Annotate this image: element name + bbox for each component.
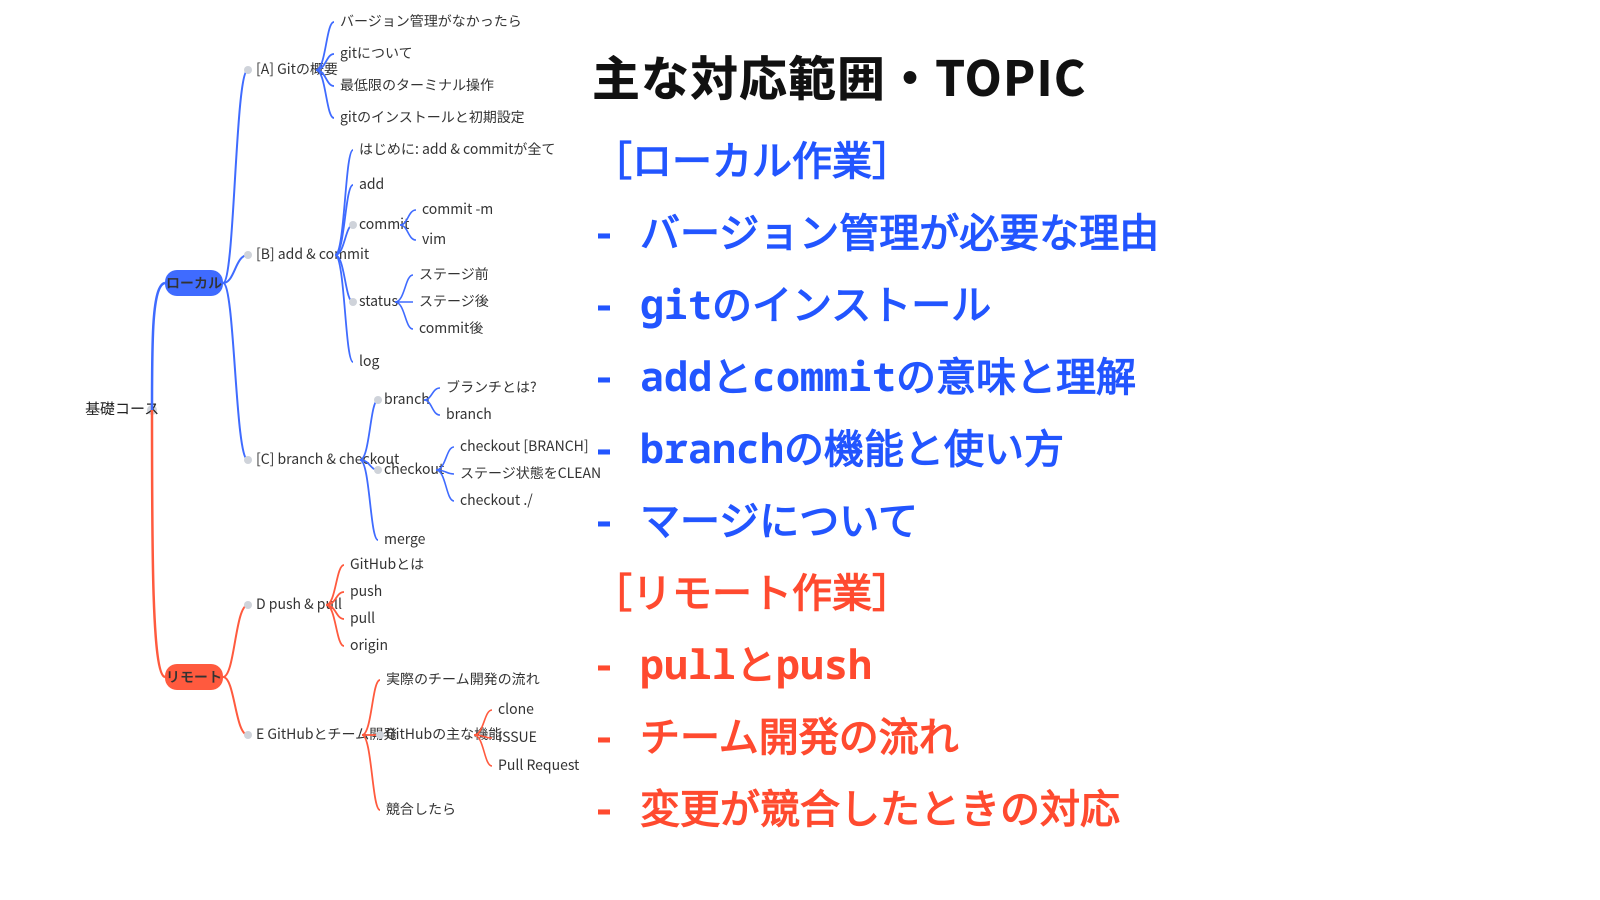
svg-text:ステージ前: ステージ前 (419, 264, 489, 284)
local-item: - branchの機能と使い方 (592, 412, 1562, 484)
svg-text:push: push (350, 581, 382, 601)
svg-text:GitHubの主な機能: GitHubの主な機能 (386, 724, 502, 744)
remote-item: - pullとpush (592, 628, 1562, 700)
mindmap-diagram: 基礎コース ローカル リモート [A] Gitの概要 [B] add & com… (0, 0, 600, 900)
remote-item: - 変更が競合したときの対応 (592, 772, 1562, 844)
local-item: - バージョン管理が必要な理由 (592, 196, 1562, 268)
local-pill: ローカル (166, 273, 222, 293)
svg-text:E GitHubとチーム開発: E GitHubとチーム開発 (256, 724, 397, 744)
svg-text:branch: branch (384, 389, 430, 409)
local-item: - gitのインストール (592, 268, 1562, 340)
svg-text:ISSUE: ISSUE (498, 727, 537, 747)
svg-text:GitHubとは: GitHubとは (350, 554, 424, 574)
svg-text:merge: merge (384, 529, 426, 549)
svg-text:status: status (359, 291, 399, 311)
topic-title: 主な対応範囲・TOPIC (592, 40, 1562, 110)
svg-text:commit -m: commit -m (422, 199, 493, 219)
local-header: ［ローカル作業］ (592, 124, 1562, 196)
svg-text:[B] add & commit: [B] add & commit (256, 244, 370, 264)
svg-text:Pull Request: Pull Request (498, 755, 580, 775)
svg-text:バージョン管理がなかったら: バージョン管理がなかったら (340, 11, 522, 31)
svg-text:gitのインストールと初期設定: gitのインストールと初期設定 (340, 107, 525, 127)
local-item: - マージについて (592, 484, 1562, 556)
svg-text:log: log (359, 351, 379, 371)
remote-item: - チーム開発の流れ (592, 700, 1562, 772)
svg-text:ステージ後: ステージ後 (419, 291, 489, 311)
remote-header: ［リモート作業］ (592, 556, 1562, 628)
remote-pill: リモート (166, 667, 222, 687)
svg-text:はじめに: add & commitが全て: はじめに: add & commitが全て (359, 139, 555, 159)
svg-text:checkout [BRANCH]: checkout [BRANCH] (460, 436, 589, 456)
svg-text:競合したら: 競合したら (386, 799, 456, 819)
svg-text:clone: clone (498, 699, 534, 719)
svg-text:実際のチーム開発の流れ: 実際のチーム開発の流れ (386, 669, 540, 689)
svg-text:[C] branch & checkout: [C] branch & checkout (256, 449, 400, 469)
svg-text:add: add (359, 174, 384, 194)
mindmap-root: 基礎コース (85, 398, 159, 419)
svg-text:pull: pull (350, 608, 375, 628)
svg-text:origin: origin (350, 635, 388, 655)
svg-text:vim: vim (422, 229, 446, 249)
svg-text:branch: branch (446, 404, 492, 424)
svg-text:checkout ./: checkout ./ (460, 490, 533, 510)
svg-text:最低限のターミナル操作: 最低限のターミナル操作 (340, 75, 494, 95)
svg-text:commit後: commit後 (419, 318, 483, 338)
svg-text:checkout: checkout (384, 459, 445, 479)
topic-panel: 主な対応範囲・TOPIC ［ローカル作業］ - バージョン管理が必要な理由 - … (592, 40, 1562, 844)
svg-text:ブランチとは?: ブランチとは? (446, 377, 537, 397)
svg-text:gitについて: gitについて (340, 43, 413, 63)
local-item: - addとcommitの意味と理解 (592, 340, 1562, 412)
svg-text:ステージ状態をCLEANにする: ステージ状態をCLEANにする (460, 463, 600, 483)
